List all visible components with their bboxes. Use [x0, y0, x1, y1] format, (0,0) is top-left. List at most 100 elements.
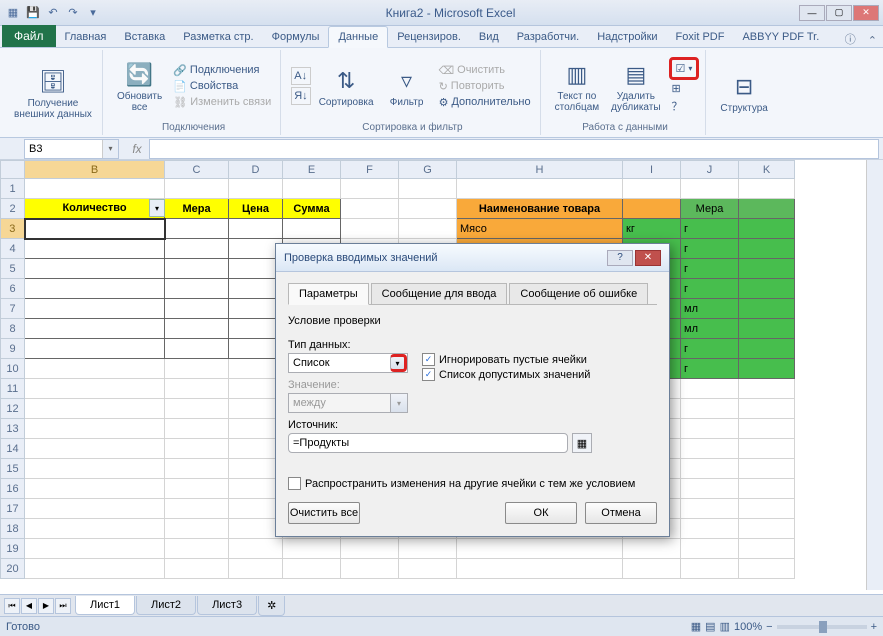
- cell[interactable]: [25, 239, 165, 259]
- sheet-tab-1[interactable]: Лист1: [75, 596, 135, 615]
- row-header[interactable]: 4: [1, 239, 25, 259]
- sort-button[interactable]: ⇅ Сортировка: [315, 63, 378, 110]
- cell[interactable]: [25, 259, 165, 279]
- cell[interactable]: [739, 239, 795, 259]
- row-header[interactable]: 9: [1, 339, 25, 359]
- cell[interactable]: [229, 179, 283, 199]
- row-header[interactable]: 18: [1, 519, 25, 539]
- cell[interactable]: [165, 219, 229, 239]
- row-header[interactable]: 5: [1, 259, 25, 279]
- cell[interactable]: [681, 439, 739, 459]
- col-header[interactable]: B: [25, 161, 165, 179]
- cell[interactable]: [165, 319, 229, 339]
- cell[interactable]: [25, 499, 165, 519]
- cell[interactable]: [25, 539, 165, 559]
- cell[interactable]: [165, 399, 229, 419]
- cell[interactable]: [165, 519, 229, 539]
- qa-dropdown-icon[interactable]: ▾: [84, 4, 102, 22]
- col-header[interactable]: [1, 161, 25, 179]
- tab-formulas[interactable]: Формулы: [263, 27, 329, 47]
- sheet-nav-prev[interactable]: ◀: [21, 598, 37, 614]
- cell[interactable]: [165, 279, 229, 299]
- cell[interactable]: [739, 259, 795, 279]
- cell[interactable]: [165, 479, 229, 499]
- cell[interactable]: [25, 359, 165, 379]
- cell[interactable]: [25, 399, 165, 419]
- row-header[interactable]: 3: [1, 219, 25, 239]
- cell[interactable]: [623, 199, 681, 219]
- row-header[interactable]: 20: [1, 559, 25, 579]
- view-normal-icon[interactable]: ▦: [691, 620, 701, 633]
- cell[interactable]: Наименование товара: [457, 199, 623, 219]
- cell[interactable]: г: [681, 359, 739, 379]
- minimize-button[interactable]: —: [799, 5, 825, 21]
- cell[interactable]: [25, 559, 165, 579]
- cell[interactable]: [681, 459, 739, 479]
- cell[interactable]: [25, 459, 165, 479]
- dialog-titlebar[interactable]: Проверка вводимых значений ? ✕: [276, 244, 669, 272]
- cell[interactable]: [623, 179, 681, 199]
- row-header[interactable]: 2: [1, 199, 25, 219]
- data-validation-button[interactable]: ☑▾: [669, 57, 700, 80]
- cell[interactable]: г: [681, 279, 739, 299]
- tab-review[interactable]: Рецензиров.: [388, 27, 470, 47]
- cell[interactable]: [341, 539, 399, 559]
- cell[interactable]: [165, 299, 229, 319]
- cell[interactable]: Мера: [165, 199, 229, 219]
- whatif-button[interactable]: ？: [669, 97, 700, 115]
- row-header[interactable]: 14: [1, 439, 25, 459]
- cell[interactable]: [457, 179, 623, 199]
- cell[interactable]: г: [681, 339, 739, 359]
- tab-file[interactable]: Файл: [2, 25, 56, 47]
- cell[interactable]: [25, 319, 165, 339]
- new-sheet-button[interactable]: ✲: [258, 596, 285, 616]
- text-to-columns-button[interactable]: ▥ Текст по столбцам: [551, 57, 604, 115]
- cell[interactable]: [283, 179, 341, 199]
- cell[interactable]: [739, 539, 795, 559]
- view-break-icon[interactable]: ▥: [720, 620, 730, 633]
- col-header[interactable]: J: [681, 161, 739, 179]
- cell-dropdown-arrow[interactable]: ▾: [149, 199, 165, 217]
- cell[interactable]: [681, 539, 739, 559]
- view-layout-icon[interactable]: ▤: [705, 620, 715, 633]
- cell[interactable]: [229, 219, 283, 239]
- cell[interactable]: [25, 519, 165, 539]
- tab-data[interactable]: Данные: [328, 26, 388, 48]
- cell[interactable]: Цена: [229, 199, 283, 219]
- properties-button[interactable]: 📄Свойства: [170, 79, 274, 94]
- col-header[interactable]: K: [739, 161, 795, 179]
- cell[interactable]: [399, 559, 457, 579]
- cell[interactable]: [739, 379, 795, 399]
- cell[interactable]: [283, 559, 341, 579]
- cell[interactable]: [739, 459, 795, 479]
- maximize-button[interactable]: ▢: [826, 5, 852, 21]
- tab-insert[interactable]: Вставка: [115, 27, 174, 47]
- ok-button[interactable]: ОК: [505, 502, 577, 524]
- row-header[interactable]: 17: [1, 499, 25, 519]
- dialog-tab-input-msg[interactable]: Сообщение для ввода: [371, 283, 508, 305]
- refresh-all-button[interactable]: 🔄 Обновить все: [113, 57, 166, 115]
- cell[interactable]: [165, 339, 229, 359]
- advanced-filter-button[interactable]: ⚙Дополнительно: [436, 95, 534, 110]
- sheet-tab-3[interactable]: Лист3: [197, 596, 257, 615]
- cell[interactable]: [341, 199, 399, 219]
- cell[interactable]: [681, 499, 739, 519]
- type-select-dropdown-icon[interactable]: ▾: [390, 354, 407, 372]
- cell[interactable]: [25, 219, 165, 239]
- cell[interactable]: [165, 419, 229, 439]
- get-external-data-button[interactable]: 🗄 Получение внешних данных: [10, 64, 96, 122]
- ignore-blank-checkbox[interactable]: ✓ Игнорировать пустые ячейки: [422, 353, 590, 366]
- in-cell-dropdown-checkbox[interactable]: ✓ Список допустимых значений: [422, 368, 590, 381]
- cell[interactable]: [165, 499, 229, 519]
- col-header[interactable]: I: [623, 161, 681, 179]
- cell[interactable]: [165, 439, 229, 459]
- cell[interactable]: [283, 219, 341, 239]
- cell[interactable]: [739, 339, 795, 359]
- cell[interactable]: [399, 179, 457, 199]
- filter-button[interactable]: ▿ Фильтр: [382, 63, 432, 110]
- cell[interactable]: [25, 379, 165, 399]
- cell[interactable]: [165, 379, 229, 399]
- connections-button[interactable]: 🔗Подключения: [170, 63, 274, 78]
- name-box[interactable]: B3 ▾: [24, 139, 119, 159]
- zoom-slider[interactable]: [777, 625, 867, 629]
